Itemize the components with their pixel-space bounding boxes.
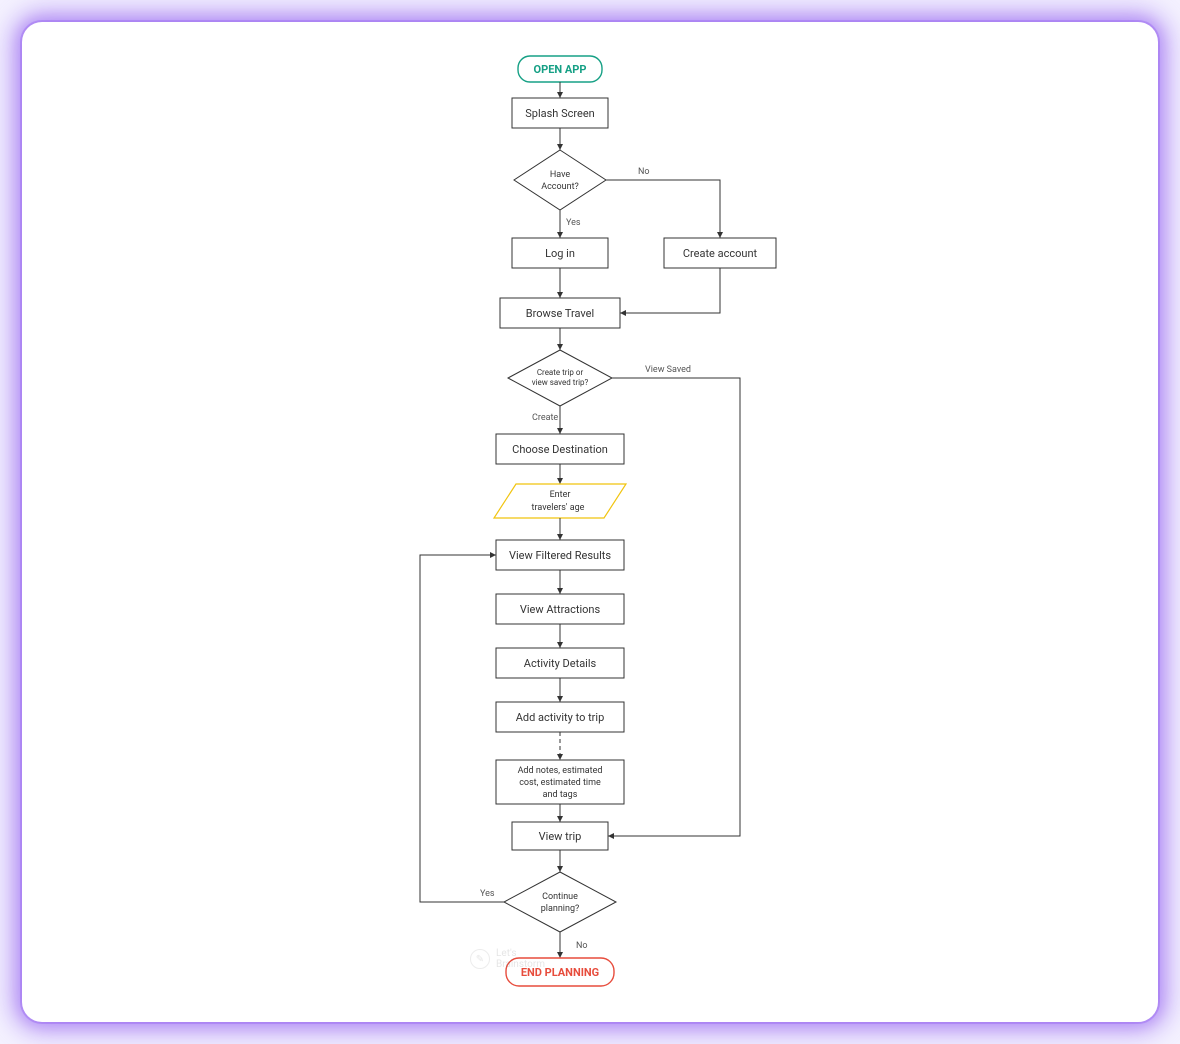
node-have-account-l2: Account? bbox=[541, 182, 579, 192]
node-splash-label: Splash Screen bbox=[525, 107, 595, 120]
node-add-activity: Add activity to trip bbox=[496, 702, 624, 732]
node-browse-travel-label: Browse Travel bbox=[526, 307, 594, 320]
watermark-line1: Let's bbox=[496, 948, 545, 959]
node-enter-age-l2: travelers' age bbox=[532, 503, 585, 513]
node-view-filtered: View Filtered Results bbox=[496, 540, 624, 570]
edge-haveacct-no-label: No bbox=[638, 167, 650, 177]
node-add-notes-l3: and tags bbox=[543, 790, 578, 800]
node-view-attractions-label: View Attractions bbox=[520, 603, 601, 616]
node-add-activity-label: Add activity to trip bbox=[516, 711, 605, 724]
edge-haveacct-yes-label: Yes bbox=[566, 218, 581, 228]
node-splash: Splash Screen bbox=[512, 98, 608, 128]
node-view-filtered-label: View Filtered Results bbox=[509, 549, 611, 562]
edge-viewsaved-label: View Saved bbox=[645, 365, 691, 375]
node-choose-destination-label: Choose Destination bbox=[512, 443, 608, 456]
edge-createacct-browse bbox=[620, 268, 720, 313]
node-create-account: Create account bbox=[664, 238, 776, 268]
node-view-trip: View trip bbox=[512, 822, 608, 850]
node-activity-details: Activity Details bbox=[496, 648, 624, 678]
node-open-app-label: OPEN APP bbox=[534, 63, 587, 76]
node-view-trip-label: View trip bbox=[539, 830, 582, 843]
node-create-or-view-l2: view saved trip? bbox=[532, 378, 589, 387]
node-have-account-l1: Have bbox=[550, 170, 571, 180]
node-enter-age-l1: Enter bbox=[550, 490, 571, 500]
node-add-notes: Add notes, estimated cost, estimated tim… bbox=[496, 760, 624, 804]
node-login-label: Log in bbox=[545, 247, 575, 260]
node-create-or-view: Create trip or view saved trip? bbox=[508, 350, 612, 406]
node-create-account-label: Create account bbox=[683, 247, 758, 260]
edge-continue-no-label: No bbox=[576, 941, 588, 951]
watermark-line2: Brainstorm bbox=[496, 959, 545, 970]
node-continue: Continue planning? bbox=[504, 872, 616, 932]
edge-continue-yes-label: Yes bbox=[480, 889, 495, 899]
node-activity-details-label: Activity Details bbox=[524, 657, 597, 670]
node-have-account: Have Account? bbox=[514, 150, 606, 210]
watermark-icon: ✎ bbox=[470, 949, 490, 969]
flowchart-svg: OPEN APP Splash Screen Have Account? Yes… bbox=[40, 40, 1140, 1004]
edge-create-label: Create bbox=[532, 413, 558, 423]
node-continue-l1: Continue bbox=[542, 892, 578, 902]
edge-continue-yes-loop bbox=[420, 555, 504, 902]
node-choose-destination: Choose Destination bbox=[496, 434, 624, 464]
watermark: ✎ Let's Brainstorm bbox=[470, 948, 545, 970]
flowchart-canvas: OPEN APP Splash Screen Have Account? Yes… bbox=[40, 40, 1140, 1004]
node-view-attractions: View Attractions bbox=[496, 594, 624, 624]
node-enter-age: Enter travelers' age bbox=[494, 484, 626, 518]
node-login: Log in bbox=[512, 238, 608, 268]
node-browse-travel: Browse Travel bbox=[500, 298, 620, 328]
node-continue-l2: planning? bbox=[541, 904, 580, 914]
node-open-app: OPEN APP bbox=[518, 56, 602, 82]
edge-haveacct-createacct bbox=[606, 180, 720, 238]
node-create-or-view-l1: Create trip or bbox=[537, 368, 584, 377]
node-add-notes-l1: Add notes, estimated bbox=[518, 766, 603, 776]
node-add-notes-l2: cost, estimated time bbox=[519, 778, 601, 788]
edge-createorview-viewtrip bbox=[608, 378, 740, 836]
